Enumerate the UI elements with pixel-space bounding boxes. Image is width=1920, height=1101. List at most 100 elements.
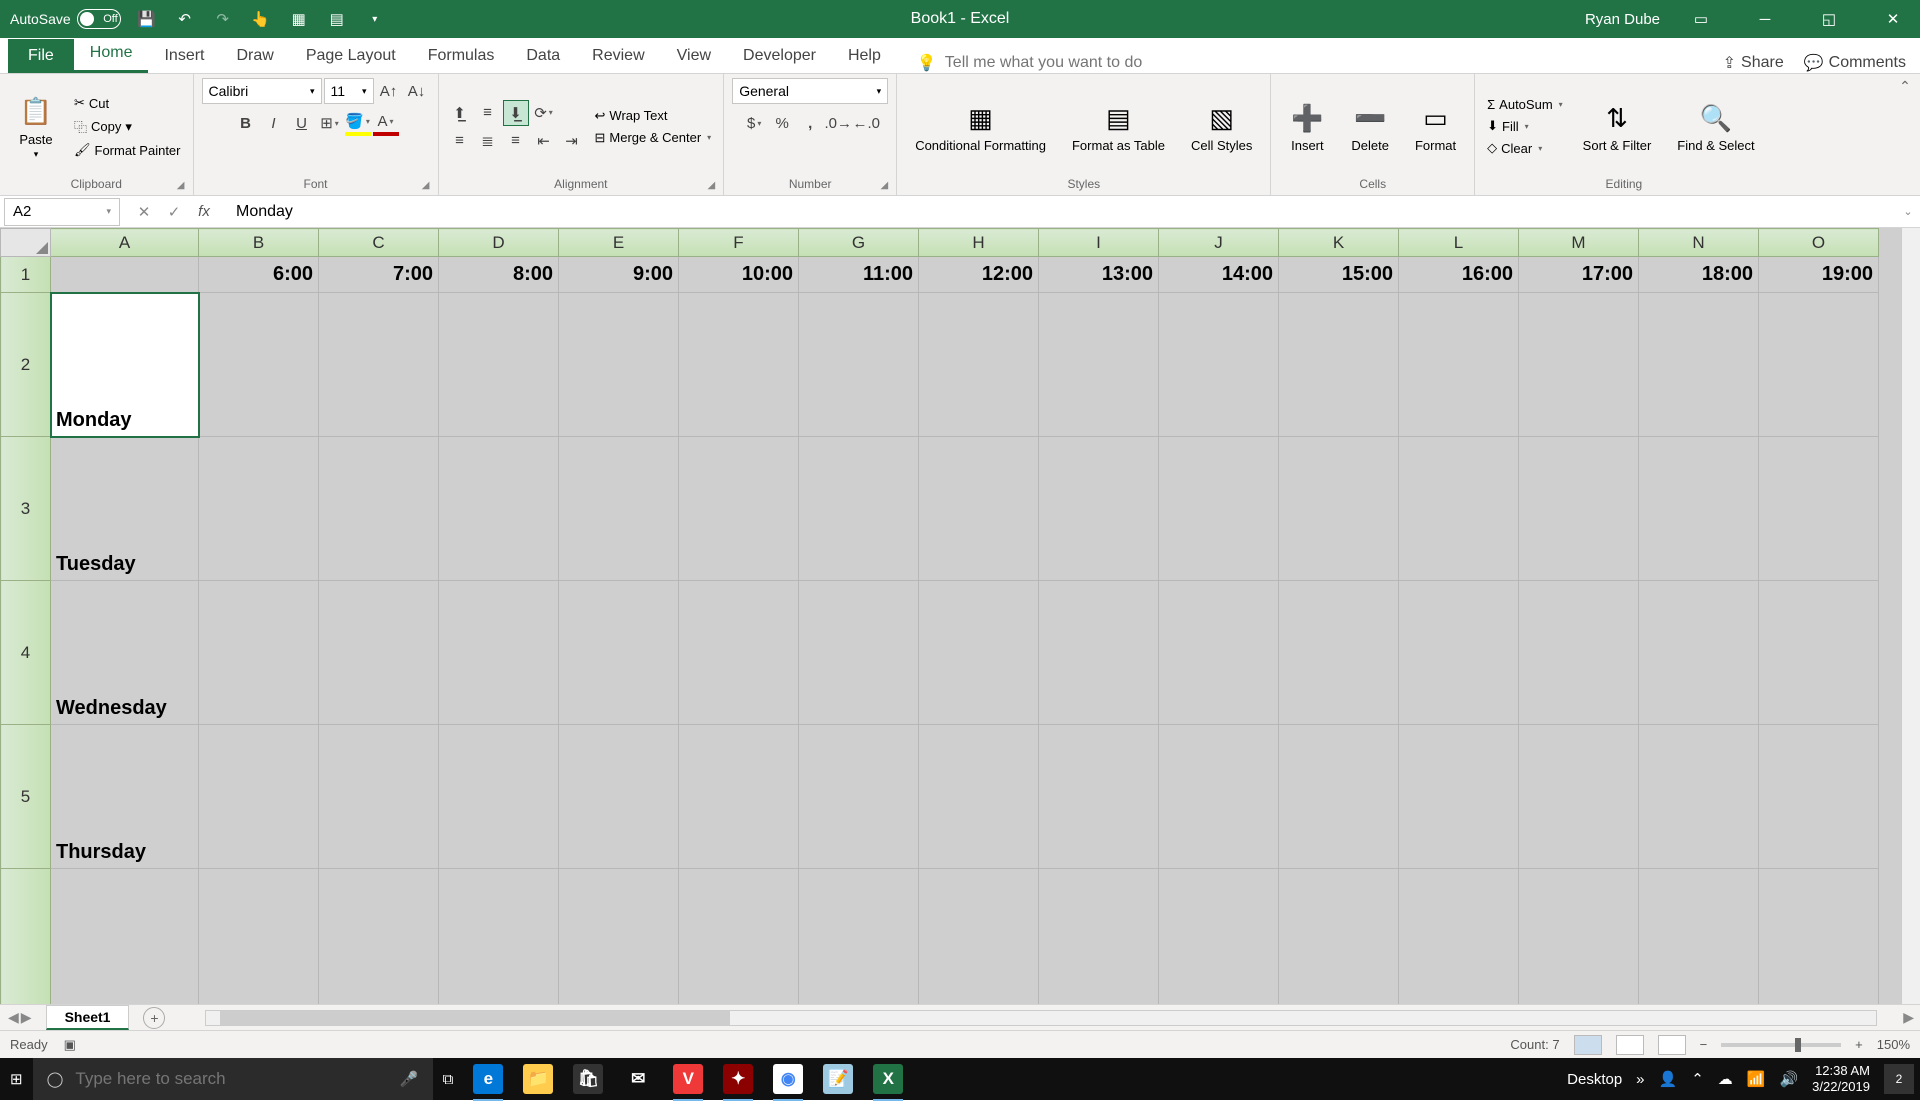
cell-G1[interactable]: 11:00 [799,257,919,293]
undo-icon[interactable]: ↶ [173,7,197,31]
col-header-E[interactable]: E [559,229,679,257]
cell-D2[interactable] [439,293,559,437]
cell-K5[interactable] [1279,725,1399,869]
cell-H2[interactable] [919,293,1039,437]
cell-L1[interactable]: 16:00 [1399,257,1519,293]
next-hscroll-icon[interactable]: ▶ [1897,1009,1920,1026]
col-header-A[interactable]: A [51,229,199,257]
align-right-icon[interactable]: ≡ [503,128,529,154]
cell-O4[interactable] [1759,581,1879,725]
sort-filter-button[interactable]: ⇅Sort & Filter [1573,96,1662,157]
insert-function-icon[interactable]: fx [190,198,218,226]
maximize-button[interactable]: ◱ [1806,0,1852,38]
cell-N2[interactable] [1639,293,1759,437]
cell-M4[interactable] [1519,581,1639,725]
app-edge[interactable]: e [463,1058,513,1100]
cell-H1[interactable]: 12:00 [919,257,1039,293]
tab-file[interactable]: File [8,39,74,73]
col-header-B[interactable]: B [199,229,319,257]
bold-button[interactable]: B [233,110,259,136]
row-header-1[interactable]: 1 [1,257,51,293]
cell-A4[interactable]: Wednesday [51,581,199,725]
underline-button[interactable]: U [289,110,315,136]
cell-G3[interactable] [799,437,919,581]
cell-I5[interactable] [1039,725,1159,869]
app-notepad[interactable]: 📝 [813,1058,863,1100]
cell-J1[interactable]: 14:00 [1159,257,1279,293]
app-pinned-1[interactable]: ✦ [713,1058,763,1100]
volume-icon[interactable]: 🔊 [1779,1070,1798,1088]
comma-format-icon[interactable]: , [797,110,823,136]
taskbar-search-input[interactable] [75,1069,388,1089]
close-button[interactable]: ✕ [1870,0,1916,38]
cell-L6[interactable] [1399,869,1519,1005]
cell-N6[interactable] [1639,869,1759,1005]
select-all-button[interactable] [1,229,51,257]
clipboard-launcher-icon[interactable]: ◢ [177,180,185,191]
cancel-formula-icon[interactable]: ✕ [130,198,158,226]
cell-M6[interactable] [1519,869,1639,1005]
format-painter-button[interactable]: 🖌Format Painter [70,140,185,160]
zoom-in-button[interactable]: + [1855,1037,1863,1052]
start-button[interactable]: ⊞ [0,1058,33,1100]
find-select-button[interactable]: 🔍Find & Select [1667,96,1764,157]
col-header-H[interactable]: H [919,229,1039,257]
cell-A6[interactable] [51,869,199,1005]
cell-F3[interactable] [679,437,799,581]
italic-button[interactable]: I [261,110,287,136]
col-header-G[interactable]: G [799,229,919,257]
tab-data[interactable]: Data [510,39,576,73]
cell-K2[interactable] [1279,293,1399,437]
row-header-3[interactable]: 3 [1,437,51,581]
col-header-N[interactable]: N [1639,229,1759,257]
taskbar-search[interactable]: ◯ 🎤 [33,1058,433,1100]
action-center-button[interactable]: 2 [1884,1064,1914,1094]
cell-L5[interactable] [1399,725,1519,869]
comments-button[interactable]: 💬Comments [1804,53,1906,73]
cell-M5[interactable] [1519,725,1639,869]
qat-icon[interactable]: ▦ [287,7,311,31]
cell-F2[interactable] [679,293,799,437]
col-header-F[interactable]: F [679,229,799,257]
tab-developer[interactable]: Developer [727,39,832,73]
number-format-combo[interactable]: General▾ [732,78,888,104]
cell-L4[interactable] [1399,581,1519,725]
align-bottom-icon[interactable]: ⬇̲ [503,100,529,126]
cell-F5[interactable] [679,725,799,869]
customize-qat-icon[interactable]: ▾ [363,7,387,31]
cell-K6[interactable] [1279,869,1399,1005]
overflow-icon[interactable]: » [1636,1071,1644,1088]
cell-G6[interactable] [799,869,919,1005]
spreadsheet-grid[interactable]: ABCDEFGHIJKLMNO16:007:008:009:0010:0011:… [0,228,1920,1004]
cell-O5[interactable] [1759,725,1879,869]
cell-G4[interactable] [799,581,919,725]
wifi-icon[interactable]: 📶 [1747,1070,1766,1088]
normal-view-button[interactable] [1574,1035,1602,1055]
tell-me-search[interactable]: 💡 [917,53,1205,73]
orientation-icon[interactable]: ⟳ [531,100,557,126]
cell-O2[interactable] [1759,293,1879,437]
col-header-K[interactable]: K [1279,229,1399,257]
cell-M1[interactable]: 17:00 [1519,257,1639,293]
col-header-J[interactable]: J [1159,229,1279,257]
sheet-tab-active[interactable]: Sheet1 [46,1005,130,1030]
app-chrome[interactable]: ◉ [763,1058,813,1100]
cell-G5[interactable] [799,725,919,869]
align-left-icon[interactable]: ≡ [447,128,473,154]
cell-B4[interactable] [199,581,319,725]
col-header-C[interactable]: C [319,229,439,257]
cell-L3[interactable] [1399,437,1519,581]
cell-E4[interactable] [559,581,679,725]
qat-icon-2[interactable]: ▤ [325,7,349,31]
cell-B5[interactable] [199,725,319,869]
col-header-L[interactable]: L [1399,229,1519,257]
cell-K1[interactable]: 15:00 [1279,257,1399,293]
cell-G2[interactable] [799,293,919,437]
expand-formula-bar-icon[interactable]: ⌄ [1896,205,1920,218]
accounting-format-icon[interactable]: $ [741,110,767,136]
tab-view[interactable]: View [661,39,727,73]
clear-button[interactable]: ◇Clear [1483,138,1567,158]
cell-E5[interactable] [559,725,679,869]
increase-font-icon[interactable]: A↑ [376,78,402,104]
cut-button[interactable]: ✂Cut [70,93,185,113]
